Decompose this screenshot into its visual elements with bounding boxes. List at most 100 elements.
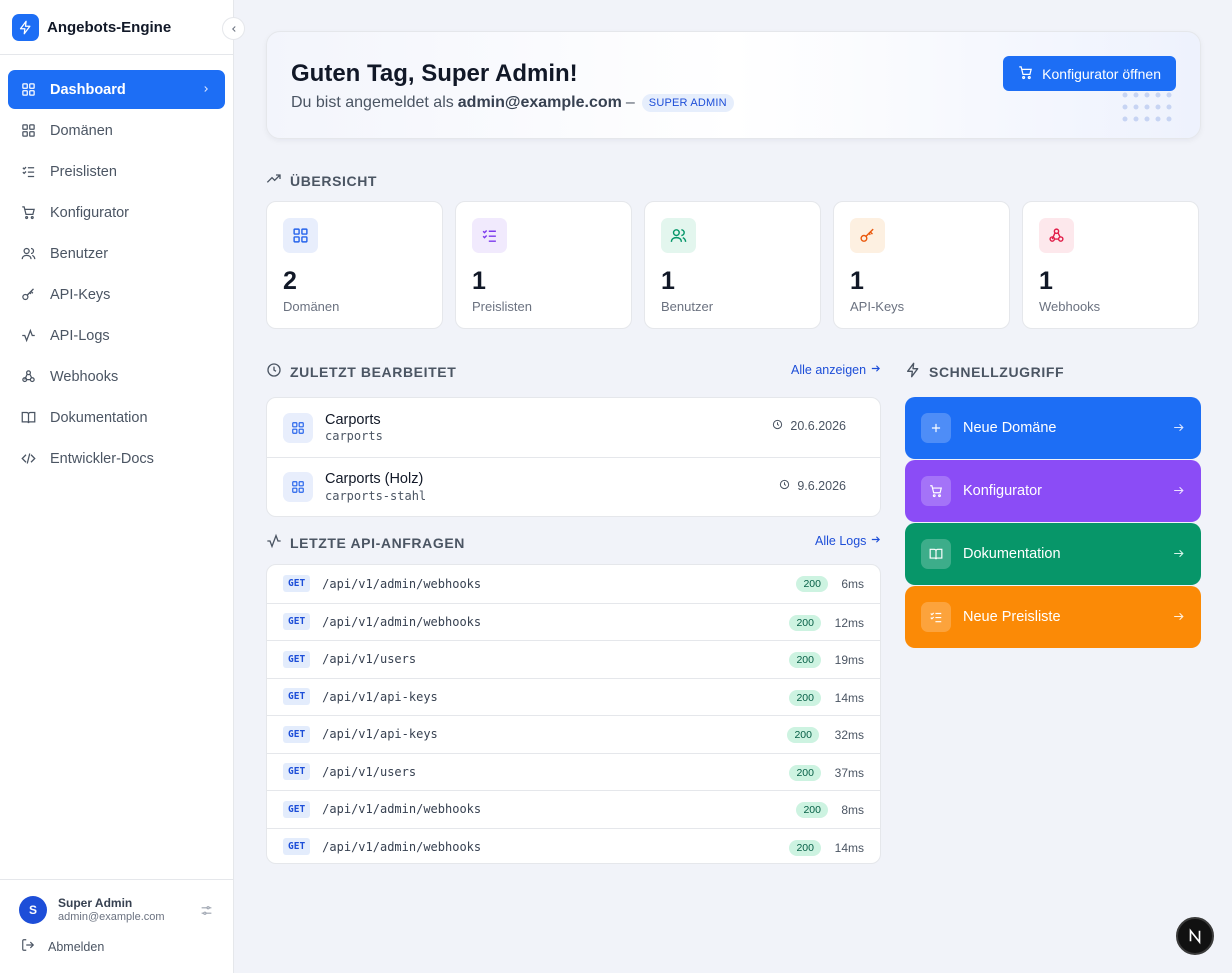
logout-label: Abmelden	[48, 939, 105, 954]
status-badge: 200	[789, 839, 821, 856]
sidebar-item-api-keys[interactable]: API-Keys	[8, 275, 225, 314]
sidebar-item-domaenen[interactable]: Domänen	[8, 111, 225, 150]
quick-access-list: Neue Domäne Konfigurator Dokumentation N…	[905, 397, 1201, 649]
duration: 19ms	[834, 653, 864, 667]
table-row[interactable]: GET /api/v1/api-keys 200 32ms	[267, 715, 880, 753]
method-badge: GET	[283, 838, 311, 856]
main-content: Guten Tag, Super Admin! Du bist angemeld…	[234, 0, 1232, 973]
stat-value: 2	[283, 267, 297, 295]
logout-button[interactable]: Abmelden	[0, 924, 233, 955]
api-logs-heading: LETZTE API-ANFRAGEN	[266, 533, 465, 552]
n-logo-icon	[1189, 928, 1201, 945]
stat-value: 1	[661, 267, 675, 295]
quick-action-label: Neue Domäne	[963, 420, 1057, 436]
separator: –	[625, 94, 635, 111]
grid-icon	[283, 412, 313, 443]
api-logs-list: GET /api/v1/admin/webhooks 200 6ms GET /…	[266, 564, 881, 864]
stat-card-preislisten[interactable]: 1 Preislisten	[455, 201, 632, 329]
stat-card-webhooks[interactable]: 1 Webhooks	[1022, 201, 1199, 329]
item-name: Carports (Holz)	[325, 471, 424, 488]
arrow-right-icon	[1172, 547, 1185, 564]
settings-sliders-icon[interactable]	[200, 904, 213, 922]
table-row[interactable]: GET /api/v1/admin/webhooks 200 8ms	[267, 790, 880, 828]
documentation-button[interactable]: Dokumentation	[905, 523, 1201, 585]
sidebar-item-api-logs[interactable]: API-Logs	[8, 316, 225, 355]
status-badge: 200	[796, 802, 828, 818]
stat-label: Domänen	[283, 299, 340, 314]
item-date-text: 20.6.2026	[790, 419, 846, 433]
dev-tools-button[interactable]	[1176, 917, 1214, 955]
item-name: Carports	[325, 411, 381, 428]
sidebar-item-label: Dokumentation	[50, 409, 148, 426]
grid-icon	[283, 218, 318, 253]
new-domain-button[interactable]: Neue Domäne	[905, 397, 1201, 459]
dashboard-icon	[20, 82, 36, 98]
book-icon	[20, 410, 36, 426]
method-badge: GET	[283, 575, 311, 593]
quick-action-label: Neue Preisliste	[963, 609, 1061, 625]
cart-icon	[921, 476, 951, 506]
table-row[interactable]: GET /api/v1/admin/webhooks 200 6ms	[267, 565, 880, 603]
table-row[interactable]: GET /api/v1/admin/webhooks 200 12ms	[267, 602, 880, 641]
page-title: Guten Tag, Super Admin!	[291, 60, 578, 87]
list-item[interactable]: Carports (Holz) carports-stahl 9.6.2026	[267, 457, 880, 516]
sidebar-item-webhooks[interactable]: Webhooks	[8, 357, 225, 396]
stat-label: Preislisten	[472, 299, 532, 314]
duration: 14ms	[834, 840, 864, 855]
sidebar-item-label: Webhooks	[50, 368, 119, 385]
method-badge: GET	[283, 763, 311, 781]
sidebar-item-benutzer[interactable]: Benutzer	[8, 234, 225, 273]
welcome-banner: Guten Tag, Super Admin! Du bist angemeld…	[266, 31, 1201, 139]
sidebar-item-konfigurator[interactable]: Konfigurator	[8, 193, 225, 232]
all-logs-link[interactable]: Alle Logs	[815, 534, 881, 548]
sidebar-item-dokumentation[interactable]: Dokumentation	[8, 398, 225, 437]
api-logs-title: LETZTE API-ANFRAGEN	[290, 534, 465, 551]
open-configurator-button[interactable]: Konfigurator öffnen	[1003, 56, 1176, 91]
item-date-text: 9.6.2026	[797, 479, 846, 493]
quick-access-title: SCHNELLZUGRIFF	[929, 363, 1065, 380]
login-info: Du bist angemeldet als admin@example.com…	[291, 94, 734, 112]
duration: 6ms	[841, 577, 864, 591]
item-slug: carports	[325, 429, 383, 443]
user-email: admin@example.com	[58, 910, 165, 923]
users-icon	[661, 218, 696, 253]
stat-label: API-Keys	[850, 299, 905, 314]
sidebar-item-label: Domänen	[50, 122, 113, 139]
clock-icon	[266, 362, 282, 381]
list-check-icon	[20, 164, 36, 180]
show-all-link[interactable]: Alle anzeigen	[791, 363, 881, 377]
request-path: /api/v1/admin/webhooks	[322, 802, 482, 817]
table-row[interactable]: GET /api/v1/admin/webhooks 200 14ms	[267, 827, 880, 864]
avatar: S	[19, 896, 47, 924]
stat-label: Benutzer	[661, 299, 714, 314]
sidebar-item-label: Konfigurator	[50, 204, 129, 221]
sidebar-item-preislisten[interactable]: Preislisten	[8, 152, 225, 191]
status-badge: 200	[789, 764, 821, 781]
status-badge: 200	[789, 614, 821, 631]
new-price-list-button[interactable]: Neue Preisliste	[905, 586, 1201, 648]
list-item[interactable]: Carports carports 20.6.2026	[267, 398, 880, 457]
stat-card-domaenen[interactable]: 2 Domänen	[266, 201, 443, 329]
user-profile: S Super Admin admin@example.com	[0, 880, 233, 924]
item-date: 20.6.2026	[772, 419, 846, 433]
trending-up-icon	[266, 171, 282, 190]
arrow-right-icon	[1172, 484, 1185, 501]
sidebar-item-label: Dashboard	[50, 81, 126, 98]
table-row[interactable]: GET /api/v1/users 200 19ms	[267, 640, 880, 678]
sidebar-nav: Dashboard Domänen Preislisten Konfigurat…	[0, 55, 233, 478]
duration: 12ms	[834, 615, 864, 630]
plus-icon	[921, 413, 951, 443]
request-path: /api/v1/api-keys	[322, 689, 438, 704]
quick-action-label: Dokumentation	[963, 546, 1061, 562]
table-row[interactable]: GET /api/v1/api-keys 200 14ms	[267, 677, 880, 716]
stat-card-api-keys[interactable]: 1 API-Keys	[833, 201, 1010, 329]
configurator-button[interactable]: Konfigurator	[905, 460, 1201, 522]
logout-icon	[21, 938, 35, 955]
item-date: 9.6.2026	[779, 479, 846, 493]
login-email: admin@example.com	[457, 94, 622, 111]
stat-card-benutzer[interactable]: 1 Benutzer	[644, 201, 821, 329]
stat-value: 1	[472, 267, 486, 295]
sidebar-item-entwickler-docs[interactable]: Entwickler-Docs	[8, 439, 225, 478]
table-row[interactable]: GET /api/v1/users 200 37ms	[267, 752, 880, 791]
sidebar-item-dashboard[interactable]: Dashboard	[8, 70, 225, 109]
